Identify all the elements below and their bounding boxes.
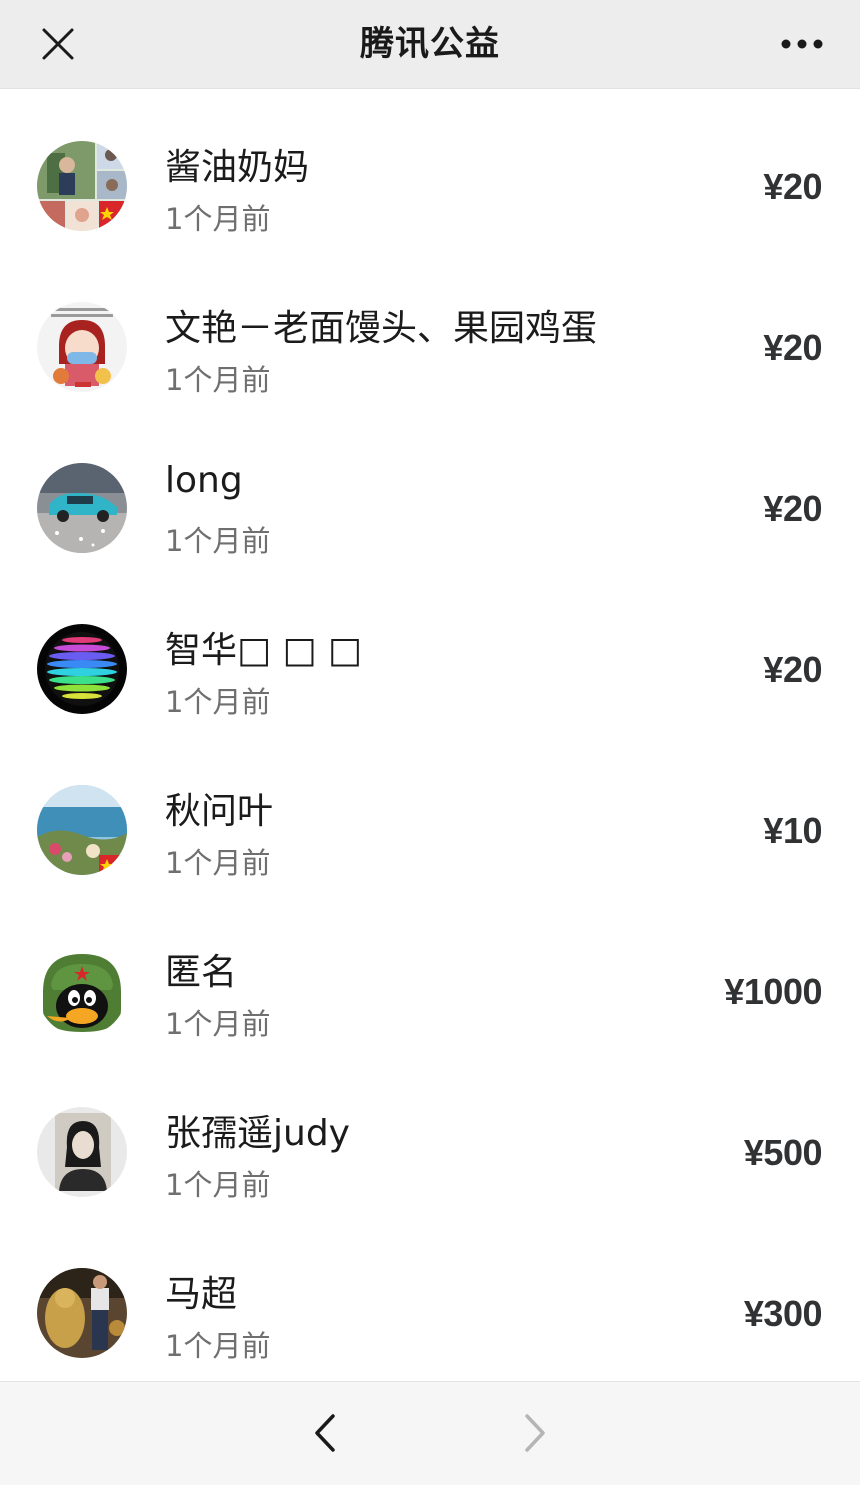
top-bar: 腾讯公益 (0, 0, 860, 89)
list-item[interactable]: 酱油奶妈 1个月前 ¥20 (0, 88, 860, 249)
donation-time: 1个月前 (165, 202, 271, 236)
qq-penguin-avatar (37, 946, 127, 1036)
chevron-left-icon (315, 1414, 335, 1452)
donation-time: 1个月前 (165, 363, 271, 397)
donor-name: 秋问叶 (165, 791, 274, 832)
chevron-right-icon (525, 1414, 545, 1452)
bottom-nav-bar (0, 1381, 860, 1485)
donation-amount: ¥500 (743, 1132, 823, 1173)
list-item[interactable]: 马超 1个月前 ¥300 (0, 1215, 860, 1376)
photo-collage-avatar (37, 141, 127, 231)
donation-amount: ¥300 (743, 1293, 823, 1334)
blue-car-avatar (37, 463, 127, 553)
portrait-photo-avatar (37, 1107, 127, 1197)
donation-time: 1个月前 (165, 1168, 271, 1202)
list-item[interactable]: 智华□ □ □ 1个月前 ¥20 (0, 571, 860, 732)
list-item[interactable]: long 1个月前 ¥20 (0, 410, 860, 571)
donation-time: 1个月前 (165, 685, 271, 719)
more-button[interactable] (770, 18, 834, 70)
statue-photo-avatar (37, 1268, 127, 1358)
donation-time: 1个月前 (165, 846, 271, 880)
page-title: 腾讯公益 (360, 24, 500, 64)
seaside-avatar (37, 785, 127, 875)
forward-button[interactable] (510, 1408, 560, 1458)
donation-amount: ¥20 (763, 649, 822, 690)
back-button[interactable] (300, 1408, 350, 1458)
donor-name: 酱油奶妈 (165, 147, 310, 188)
cartoon-girl-avatar (37, 302, 127, 392)
rainbow-sphere-avatar (37, 624, 127, 714)
donor-name: 张孺遥judy (165, 1113, 350, 1154)
donation-list: 酱油奶妈 1个月前 ¥20 文艳－老面馒头、果园鸡蛋 1个月前 ¥20 long… (0, 88, 860, 1381)
list-item[interactable]: 文艳－老面馒头、果园鸡蛋 1个月前 ¥20 (0, 249, 860, 410)
donation-amount: ¥20 (763, 488, 822, 529)
donation-amount: ¥20 (763, 327, 822, 368)
donation-time: 1个月前 (165, 1329, 271, 1363)
donor-name: long (165, 460, 243, 501)
donor-name: 文艳－老面馒头、果园鸡蛋 (165, 308, 598, 349)
donor-name: 匿名 (165, 952, 238, 993)
more-dots-icon (781, 39, 823, 49)
list-item[interactable]: 匿名 1个月前 ¥1000 (0, 893, 860, 1054)
list-item[interactable]: 秋问叶 1个月前 ¥10 (0, 732, 860, 893)
donation-amount: ¥1000 (724, 971, 822, 1012)
donation-time: 1个月前 (165, 524, 271, 558)
list-item[interactable]: 张孺遥judy 1个月前 ¥500 (0, 1054, 860, 1215)
donor-name: 智华□ □ □ (165, 630, 362, 671)
donor-name: 马超 (165, 1274, 238, 1315)
donation-time: 1个月前 (165, 1007, 271, 1041)
donation-amount: ¥10 (763, 810, 822, 851)
donation-amount: ¥20 (763, 166, 822, 207)
